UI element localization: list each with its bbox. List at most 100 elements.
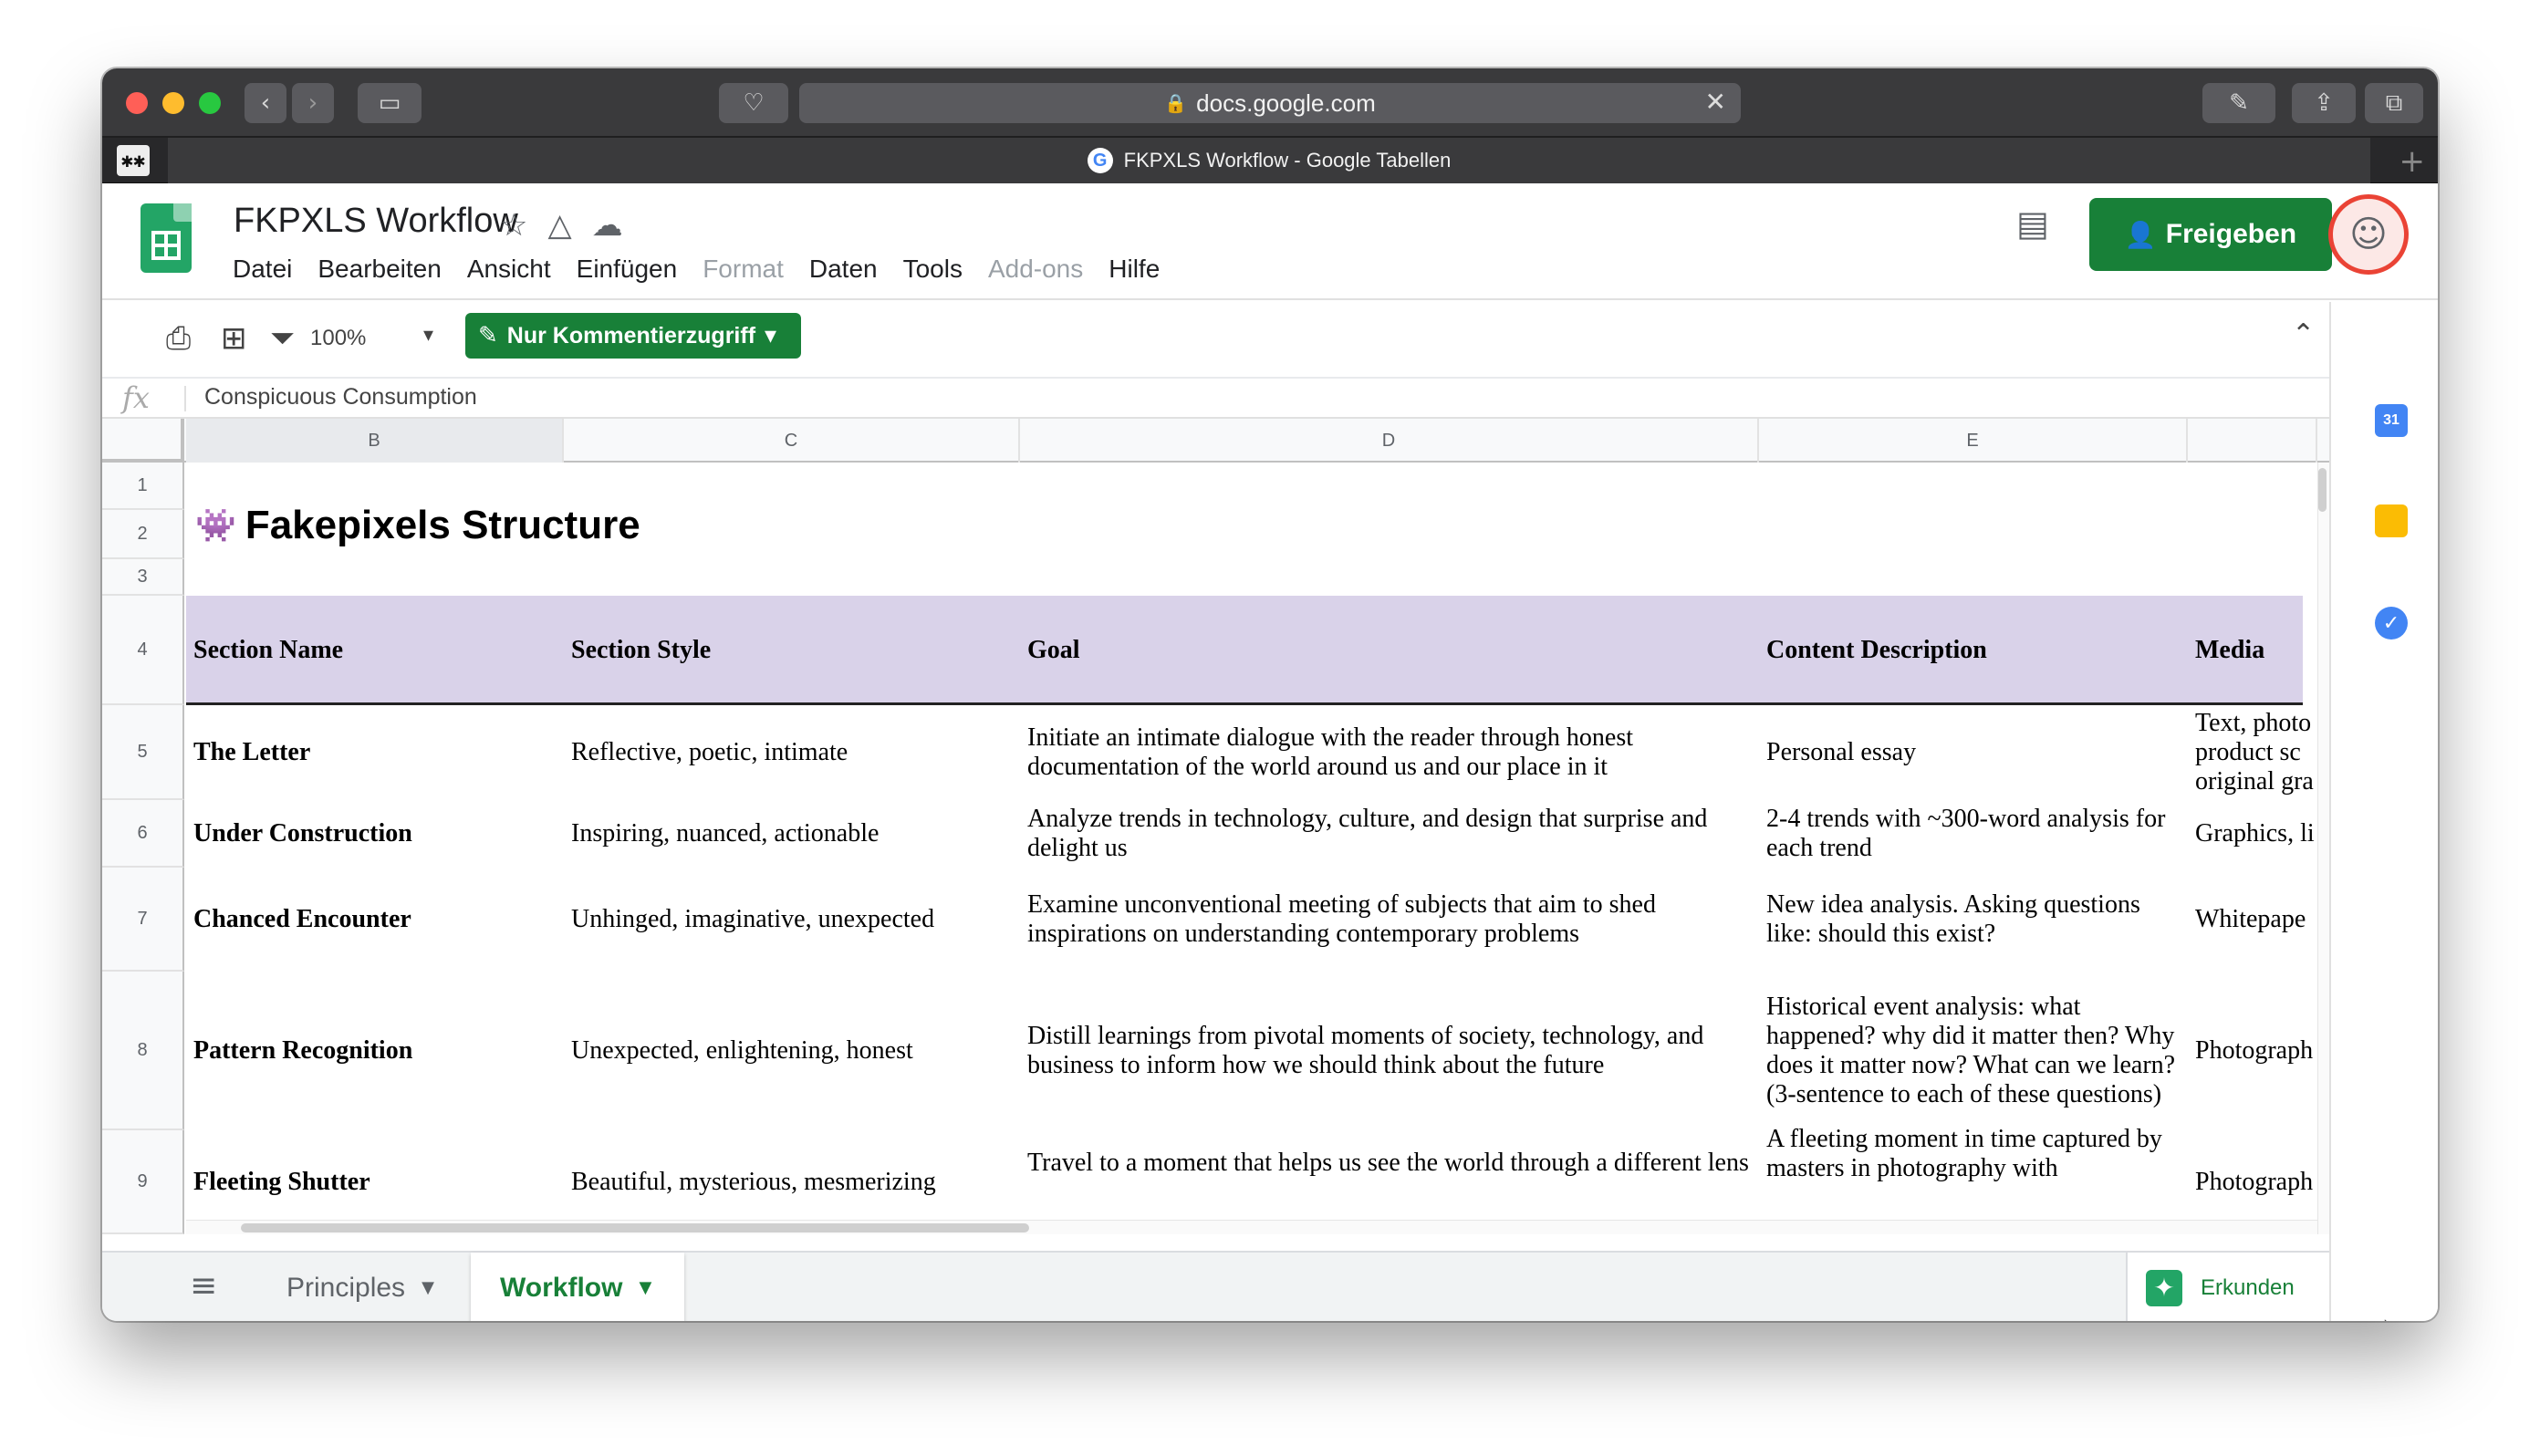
table-cell[interactable]: Travel to a moment that helps us see the… <box>1020 1149 1759 1222</box>
select-all-corner[interactable] <box>102 419 184 463</box>
vertical-scrollbar[interactable] <box>2317 463 2329 1234</box>
row-header[interactable]: 6 <box>102 800 184 868</box>
document-title[interactable]: FKPXLS Workflow <box>234 202 518 241</box>
table-cell[interactable]: Pattern Recognition <box>186 972 564 1130</box>
explore-button[interactable]: ✦ Erkunden <box>2126 1253 2329 1321</box>
row-header[interactable]: 9 <box>102 1130 184 1234</box>
table-cell[interactable]: Unexpected, enlightening, honest <box>564 972 1020 1130</box>
row-header[interactable]: 7 <box>102 868 184 972</box>
forward-icon[interactable]: › <box>292 83 334 123</box>
add-comment-icon[interactable]: ⊞ <box>221 320 247 357</box>
table-cell[interactable]: 2-4 trends with ~300-word analysis for e… <box>1759 800 2188 868</box>
avatar[interactable]: ☺ <box>2328 194 2409 275</box>
chevron-down-icon[interactable]: ▼ <box>422 1278 434 1297</box>
table-cell[interactable]: Beautiful, mysterious, mesmerizing <box>564 1130 1020 1234</box>
expand-panel-icon[interactable]: › <box>2382 1309 2393 1321</box>
print-icon[interactable]: ⎙ <box>166 320 191 357</box>
sheet-title-cell[interactable]: 👾 Fakepixels Structure <box>195 503 640 548</box>
maximize-window-button[interactable] <box>199 92 221 114</box>
row-header[interactable]: 1 <box>102 463 184 510</box>
fx-icon: fx <box>122 380 150 415</box>
formula-value[interactable]: Conspicuous Consumption <box>204 384 477 411</box>
table-cell[interactable]: New idea analysis. Asking questions like… <box>1759 868 2188 972</box>
table-cell[interactable]: Photograph <box>2188 972 2317 1130</box>
cloud-status-icon[interactable]: ☁ <box>592 207 623 244</box>
formula-bar[interactable]: fx Conspicuous Consumption <box>102 379 2329 419</box>
horizontal-scrollbar[interactable] <box>186 1220 2317 1234</box>
sheet-tab-principles[interactable]: Principles ▼ <box>257 1253 467 1321</box>
column-header-d[interactable]: D <box>1020 419 1759 463</box>
tabs-overview-icon[interactable]: ⧉ <box>2365 83 2423 123</box>
table-cell[interactable]: Fleeting Shutter <box>186 1130 564 1234</box>
header-cell-content-description[interactable]: Content Description <box>1759 596 2188 705</box>
share-sheet-icon[interactable]: ⇪ <box>2292 83 2356 123</box>
table-cell[interactable]: Personal essay <box>1759 705 2188 800</box>
row-header[interactable]: 3 <box>102 559 184 596</box>
table-cell[interactable]: Chanced Encounter <box>186 868 564 972</box>
collapse-toolbar-icon[interactable]: ⌃ <box>2292 318 2315 350</box>
active-browser-tab[interactable]: G FKPXLS Workflow - Google Tabellen <box>168 138 2370 183</box>
keep-icon[interactable] <box>2375 504 2408 537</box>
menu-tools[interactable]: Tools <box>903 255 963 284</box>
pinned-tab[interactable]: ✱✱ <box>117 145 150 176</box>
row-header[interactable]: 4 <box>102 596 184 705</box>
table-cell[interactable]: Text, photo product sc original gra <box>2188 705 2317 800</box>
filter-icon[interactable]: ⏷ <box>270 320 295 357</box>
tasks-icon[interactable]: ✓ <box>2375 607 2408 640</box>
header-cell-section-style[interactable]: Section Style <box>564 596 1020 705</box>
minimize-window-button[interactable] <box>162 92 184 114</box>
menu-data[interactable]: Daten <box>809 255 878 284</box>
close-window-button[interactable] <box>126 92 148 114</box>
menu-addons[interactable]: Add-ons <box>988 255 1083 284</box>
table-cell[interactable]: Inspiring, nuanced, actionable <box>564 800 1020 868</box>
table-cell[interactable]: Analyze trends in technology, culture, a… <box>1020 800 1759 868</box>
edit-icon[interactable]: ✎ <box>2202 83 2275 123</box>
table-cell[interactable]: Reflective, poetic, intimate <box>564 705 1020 800</box>
zoom-select[interactable]: 100% <box>310 326 366 351</box>
chevron-down-icon[interactable]: ▼ <box>639 1278 651 1297</box>
comments-icon[interactable]: ▤ <box>2016 203 2055 244</box>
back-icon[interactable]: ‹ <box>245 83 286 123</box>
table-cell[interactable]: Whitepape <box>2188 868 2317 972</box>
menu-view[interactable]: Ansicht <box>467 255 551 284</box>
header-cell-section-name[interactable]: Section Name <box>186 596 564 705</box>
column-header-c[interactable]: C <box>564 419 1020 463</box>
star-icon[interactable]: ☆ <box>500 207 527 244</box>
menu-insert[interactable]: Einfügen <box>577 255 678 284</box>
chevron-down-icon[interactable]: ▾ <box>423 324 433 347</box>
menu-format[interactable]: Format <box>703 255 784 284</box>
comment-access-button[interactable]: ✎ Nur Kommentierzugriff ▾ <box>465 313 801 359</box>
sheets-logo-icon[interactable] <box>141 203 192 273</box>
pocket-icon[interactable]: ♡ <box>719 83 788 123</box>
menu-edit[interactable]: Bearbeiten <box>318 255 441 284</box>
address-bar[interactable]: 🔒 docs.google.com ✕ <box>799 83 1741 123</box>
column-header-e[interactable]: E <box>1759 419 2188 463</box>
sidebar-toggle-icon[interactable]: ▭ <box>358 83 422 123</box>
all-sheets-menu-icon[interactable]: ≡ <box>190 1267 217 1305</box>
sheet-tab-workflow[interactable]: Workflow ▼ <box>471 1253 684 1321</box>
table-cell[interactable]: Distill learnings from pivotal moments o… <box>1020 972 1759 1130</box>
row-header[interactable]: 5 <box>102 705 184 800</box>
menu-help[interactable]: Hilfe <box>1109 255 1160 284</box>
table-cell[interactable]: Photograph <box>2188 1130 2317 1234</box>
table-cell[interactable]: Initiate an intimate dialogue with the r… <box>1020 705 1759 800</box>
table-cell[interactable]: The Letter <box>186 705 564 800</box>
table-cell[interactable]: Unhinged, imaginative, unexpected <box>564 868 1020 972</box>
row-header[interactable]: 2 <box>102 510 184 559</box>
calendar-icon[interactable]: 31 <box>2375 404 2408 437</box>
table-cell[interactable]: A fleeting moment in time captured by ma… <box>1759 1125 2188 1220</box>
header-cell-media[interactable]: Media <box>2188 596 2317 705</box>
menu-file[interactable]: Datei <box>233 255 292 284</box>
table-cell[interactable]: Graphics, li <box>2188 800 2317 868</box>
table-cell[interactable]: Historical event analysis: what happened… <box>1759 972 2188 1130</box>
new-tab-icon[interactable]: + <box>2399 143 2426 180</box>
column-header-f[interactable] <box>2188 419 2317 463</box>
table-cell[interactable]: Under Construction <box>186 800 564 868</box>
table-cell[interactable]: Examine unconventional meeting of subjec… <box>1020 868 1759 972</box>
header-cell-goal[interactable]: Goal <box>1020 596 1759 705</box>
column-header-b[interactable]: B <box>186 419 564 463</box>
row-header[interactable]: 8 <box>102 972 184 1130</box>
move-to-drive-icon[interactable]: △ <box>547 207 571 244</box>
clear-url-icon[interactable]: ✕ <box>1705 87 1726 117</box>
share-button[interactable]: 👤 Freigeben <box>2089 198 2332 271</box>
